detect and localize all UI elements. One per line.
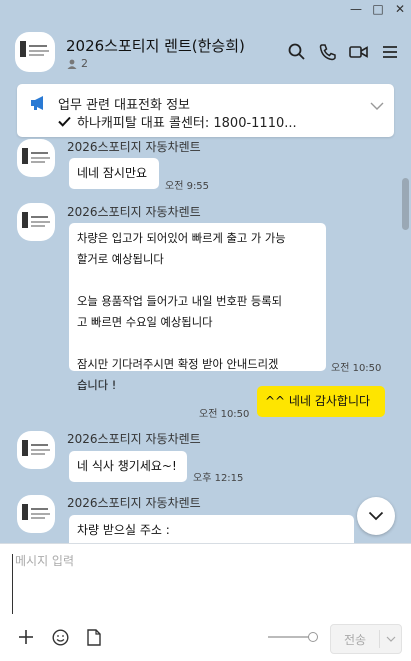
sender-avatar[interactable] [17, 139, 55, 177]
send-button[interactable]: 전송 [330, 624, 402, 654]
close-button[interactable]: ✕ [389, 0, 411, 18]
notice-title: 업무 관련 대표전화 정보 [58, 98, 190, 113]
sender-name: 2026스포티지 자동차렌트 [67, 205, 201, 219]
send-label: 전송 [343, 632, 367, 647]
scroll-to-bottom-button[interactable] [357, 497, 395, 535]
phone-call-icon[interactable] [318, 42, 337, 61]
header-actions [287, 42, 399, 61]
message-time: 오후 12:15 [193, 473, 244, 484]
room-avatar[interactable] [15, 32, 55, 72]
sender-name: 2026스포티지 자동차렌트 [67, 432, 201, 446]
my-message-bubble[interactable]: ^^ 네네 감사합니다 [257, 386, 385, 417]
chevron-down-icon[interactable] [380, 636, 401, 642]
message-time: 오전 10:50 [199, 409, 250, 420]
sender-avatar[interactable] [17, 203, 55, 241]
chevron-down-icon [368, 511, 384, 521]
message-time: 오전 10:50 [331, 363, 382, 374]
file-attach-icon[interactable] [84, 627, 104, 647]
chat-window: — □ ✕ 2026스포티지 렌트(한승희) 2 업무 관련 대표전화 정보 하… [0, 0, 411, 661]
sender-name: 2026스포티지 자동차렌트 [67, 140, 201, 154]
chevron-down-icon[interactable] [370, 96, 384, 115]
composer-tools [16, 627, 104, 647]
volume-slider[interactable] [268, 632, 318, 642]
video-call-icon[interactable] [349, 42, 368, 61]
notice-banner[interactable]: 업무 관련 대표전화 정보 하나캐피탈 대표 콜센터: 1800-1110... [17, 84, 394, 137]
sender-avatar[interactable] [17, 431, 55, 469]
minimize-button[interactable]: — [345, 0, 367, 18]
emoji-icon[interactable] [50, 627, 70, 647]
message-bubble[interactable]: 네네 잠시만요 [69, 158, 159, 189]
logo-mark [20, 41, 26, 57]
person-icon [67, 59, 77, 69]
slider-knob[interactable] [308, 632, 318, 642]
message-input[interactable]: 메시지 입력 [12, 554, 392, 614]
window-controls: — □ ✕ [345, 0, 411, 18]
message-composer: 메시지 입력 전송 [0, 543, 411, 661]
maximize-button[interactable]: □ [367, 0, 389, 18]
megaphone-icon [29, 95, 47, 115]
notice-body-text: 하나캐피탈 대표 콜센터: 1800-1110... [77, 116, 297, 131]
message-bubble[interactable]: 네 식사 챙기세요~! [69, 451, 187, 482]
menu-icon[interactable] [380, 42, 399, 61]
notice-body: 하나캐피탈 대표 콜센터: 1800-1110... [58, 112, 297, 131]
message-bubble[interactable]: 차량은 입고가 되어있어 빠르게 출고 가 가능 할거로 예상됩니다 오늘 용품… [69, 223, 326, 392]
sender-name: 2026스포티지 자동차렌트 [67, 496, 201, 510]
member-count-label: 2 [81, 57, 88, 70]
sender-avatar[interactable] [17, 495, 55, 533]
plus-icon[interactable] [16, 627, 36, 647]
chat-header: 2026스포티지 렌트(한승희) 2 [0, 18, 411, 76]
message-time: 오전 9:55 [165, 181, 210, 192]
chat-scrollbar[interactable] [402, 178, 409, 230]
search-icon[interactable] [287, 42, 306, 61]
chat-title: 2026스포티지 렌트(한승희) [66, 37, 245, 55]
checkmark-icon [58, 116, 71, 127]
member-count[interactable]: 2 [67, 57, 88, 70]
